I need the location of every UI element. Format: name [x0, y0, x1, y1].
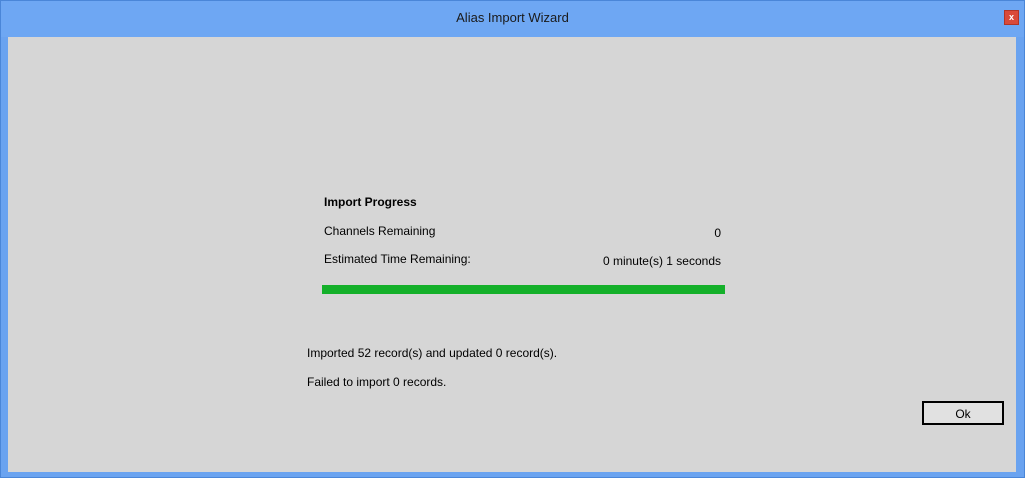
import-progress-heading: Import Progress [324, 195, 417, 209]
alias-import-wizard-window: Alias Import Wizard x Import Progress Ch… [0, 0, 1025, 478]
wizard-content: Import Progress Channels Remaining 0 Est… [8, 37, 1016, 472]
window-title: Alias Import Wizard [456, 10, 569, 25]
ok-button[interactable]: Ok [922, 401, 1004, 425]
estimated-time-value: 0 minute(s) 1 seconds [602, 254, 721, 268]
progress-bar-fill [322, 285, 725, 294]
failed-records-message: Failed to import 0 records. [307, 375, 447, 389]
imported-records-message: Imported 52 record(s) and updated 0 reco… [307, 346, 558, 360]
channels-remaining-label: Channels Remaining [324, 224, 436, 238]
channels-remaining-value: 0 [714, 226, 721, 240]
estimated-time-label: Estimated Time Remaining: [324, 252, 471, 266]
import-progress-bar [322, 285, 725, 294]
title-bar[interactable]: Alias Import Wizard x [1, 1, 1024, 37]
close-icon[interactable]: x [1004, 10, 1019, 25]
